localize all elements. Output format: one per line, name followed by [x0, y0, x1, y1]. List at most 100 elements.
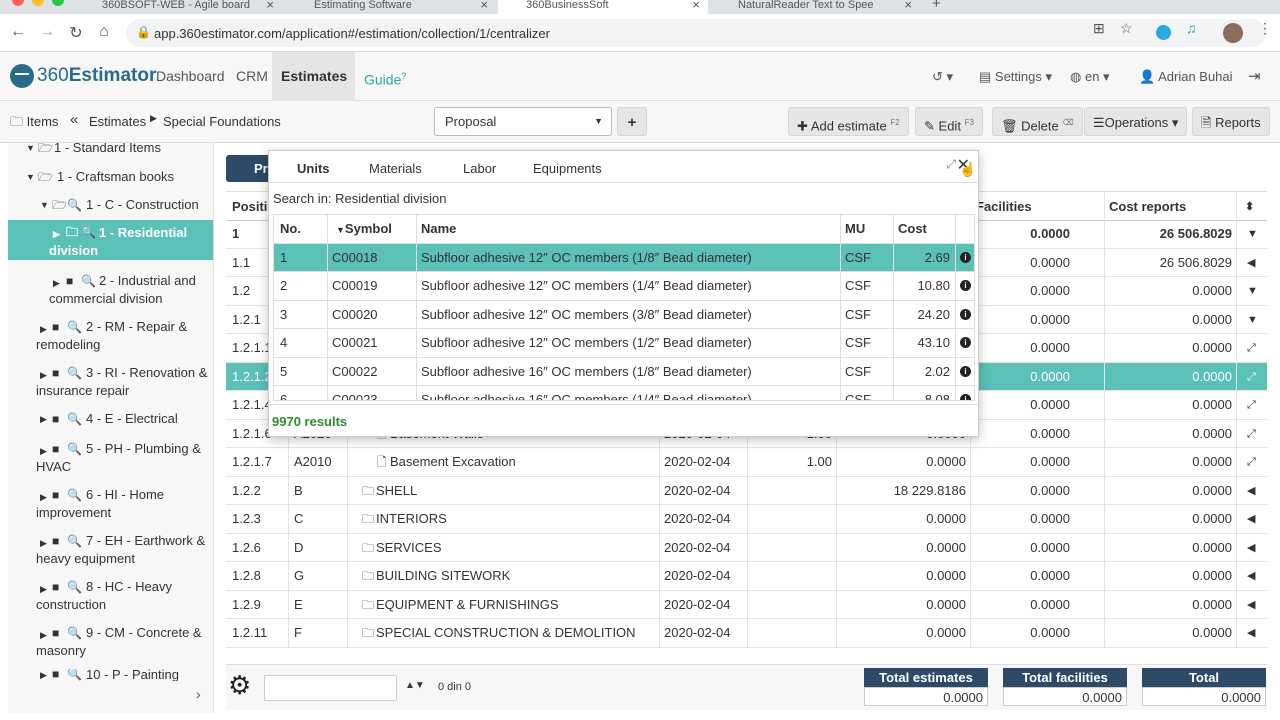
profile-avatar[interactable]	[1223, 23, 1243, 43]
close-icon[interactable]: ×	[266, 0, 274, 12]
tree-node[interactable]: ▶ ■ 🔍 6 - HI - Home improvement	[8, 484, 213, 520]
popup-table-row[interactable]: 5 C00022 Subfloor adhesive 16″ OC members …	[274, 358, 974, 386]
column-header-facilities[interactable]: Facilities	[976, 192, 1032, 222]
window-close-dot[interactable]	[12, 0, 24, 6]
info-icon[interactable]: i	[960, 365, 971, 377]
pager-arrows-icon[interactable]: ▲▼	[405, 680, 425, 691]
breadcrumb-estimates[interactable]: Estimates	[89, 114, 146, 129]
chevron-down-icon[interactable]: ▼	[1247, 220, 1258, 248]
sort-icon[interactable]: ⬍	[1245, 192, 1254, 222]
browser-tab[interactable]: 360BSOFT-WEB - Agile board - ×	[78, 0, 282, 14]
info-icon[interactable]: i	[960, 280, 971, 291]
browser-tab[interactable]: Estimating Software ×	[286, 0, 496, 14]
info-icon[interactable]: i	[960, 394, 971, 400]
popup-table-row[interactable]: 2 C00019 Subfloor adhesive 12″ OC members …	[274, 272, 974, 301]
headphones-icon[interactable]: ♫	[1186, 20, 1197, 36]
tab-units[interactable]: Units	[297, 161, 330, 176]
expand-icon[interactable]: ⤢	[1247, 334, 1256, 362]
close-icon[interactable]: ×	[692, 0, 700, 12]
chevron-left-icon[interactable]: ◀	[1247, 477, 1255, 505]
window-zoom-dot[interactable]	[52, 0, 64, 6]
forward-icon[interactable]: →	[37, 23, 57, 41]
tree-node[interactable]: ▶ ■ 🔍 5 - PH - Plumbing & HVAC	[8, 438, 213, 474]
tree-node[interactable]: ▶ ■ 🔍 7 - EH - Earthwork & heavy equipme…	[8, 530, 213, 566]
chevron-left-icon[interactable]: ◀	[1247, 619, 1255, 647]
chevron-left-icon[interactable]: ◀	[1247, 534, 1255, 562]
window-minimize-dot[interactable]	[32, 0, 44, 6]
expand-icon[interactable]: ⤢	[1247, 391, 1256, 419]
chevron-left-icon[interactable]: ◀	[1247, 505, 1255, 533]
chevron-left-icon[interactable]: ◀	[1247, 562, 1255, 590]
chevron-down-icon[interactable]: ▼	[1247, 306, 1258, 334]
grid-tab[interactable]: Pr	[226, 155, 268, 182]
tree-node[interactable]: ▶ ■ 🔍 10 - P - Painting	[8, 669, 213, 681]
skype-extension-icon[interactable]	[1156, 25, 1171, 40]
nav-crm[interactable]: CRM	[227, 52, 277, 101]
tree-node[interactable]: ▶ ■ 🔍 8 - HC - Heavy construction	[8, 576, 213, 612]
add-proposal-button[interactable]: +	[617, 107, 647, 136]
tree-node[interactable]: ▶ ■ 🔍 3 - RI - Renovation & insurance re…	[8, 362, 213, 398]
logout-icon[interactable]: ⇥	[1248, 52, 1261, 101]
translate-icon[interactable]: ⊞	[1093, 20, 1105, 37]
nav-guide[interactable]: Guide?	[355, 52, 415, 101]
back-icon[interactable]: ←	[8, 23, 28, 41]
expand-icon[interactable]: ⤢	[1247, 420, 1256, 448]
items-toggle[interactable]: 🗀 Items	[10, 113, 58, 135]
home-icon[interactable]: ⌂	[94, 23, 114, 41]
new-tab-icon[interactable]: +	[932, 0, 941, 12]
add-estimate-button[interactable]: ✚ Add estimate F2	[788, 107, 909, 136]
chevron-down-icon[interactable]: ▼	[1247, 277, 1258, 305]
tab-equipments[interactable]: Equipments	[533, 161, 602, 176]
tab-labor[interactable]: Labor	[463, 161, 496, 176]
popup-table-row[interactable]: 6 C00023 Subfloor adhesive 16″ OC members …	[274, 386, 974, 400]
popup-table-row[interactable]: 3 C00020 Subfloor adhesive 12″ OC members …	[274, 301, 974, 329]
gear-icon[interactable]: ⚙	[228, 672, 251, 698]
column-header-cost-reports[interactable]: Cost reports	[1109, 192, 1186, 222]
delete-button[interactable]: 🗑 Delete ⌫	[992, 107, 1083, 136]
column-header-position[interactable]: Positi	[232, 192, 267, 222]
chevron-left-icon[interactable]: ◀	[1247, 249, 1255, 277]
breadcrumb-current[interactable]: Special Foundations	[163, 114, 281, 129]
logo[interactable]: 360Estimator	[10, 64, 156, 88]
bookmark-star-icon[interactable]: ☆	[1120, 20, 1133, 37]
nav-estimates[interactable]: Estimates	[272, 52, 355, 101]
browser-tab[interactable]: NaturalReader Text to Speech ×	[712, 0, 920, 14]
expand-icon[interactable]: ⤢	[1247, 448, 1256, 476]
settings-menu[interactable]: ▤ Settings ▾	[979, 52, 1052, 101]
expand-icon[interactable]: ⤢	[946, 157, 956, 172]
close-icon[interactable]: ×	[904, 0, 912, 12]
reports-button[interactable]: 🗎 Reports	[1192, 107, 1270, 136]
expand-icon[interactable]: ⤢	[1247, 363, 1256, 391]
user-menu[interactable]: 👤 Adrian Buhai	[1139, 52, 1233, 101]
tree-node[interactable]: ▶ ■ 🔍 2 - RM - Repair & remodeling	[8, 316, 213, 352]
tab-materials[interactable]: Materials	[369, 161, 422, 176]
chevron-left-icon[interactable]: ◀	[1247, 591, 1255, 619]
column-header-no[interactable]: No.	[280, 215, 301, 243]
column-header-cost[interactable]: Cost	[898, 215, 927, 243]
language-menu[interactable]: ◍ en ▾	[1070, 52, 1110, 101]
info-icon[interactable]: i	[960, 308, 971, 320]
edit-button[interactable]: ✎ Edit F3	[915, 107, 983, 136]
column-header-name[interactable]: Name	[421, 215, 456, 243]
chevron-right-icon[interactable]: ›	[196, 686, 201, 702]
tree-node-selected[interactable]: ▶ 🗀 🔍 1 - Residential division	[8, 220, 213, 260]
operations-button[interactable]: ☰Operations ▾	[1084, 107, 1188, 136]
info-icon[interactable]: i	[960, 337, 971, 348]
history-icon[interactable]: ↺ ▾	[932, 52, 953, 101]
close-icon[interactable]: ×	[480, 0, 488, 12]
collapse-sidebar-icon[interactable]: «	[70, 111, 78, 128]
page-input[interactable]	[264, 675, 397, 701]
browser-tab-active[interactable]: 360BusinessSoft ×	[498, 0, 708, 14]
tree-node[interactable]: ▼ 🗁 1 - Craftsman books	[8, 168, 213, 186]
column-header-mu[interactable]: MU	[845, 215, 865, 243]
tree-node[interactable]: ▼ 🗁 1 - Standard Items	[8, 143, 213, 153]
tree-node[interactable]: ▼ 🗁 🔍 1 - C - Construction	[8, 196, 213, 214]
info-icon[interactable]: i	[960, 251, 971, 263]
proposal-select[interactable]: Proposal ▼	[434, 107, 612, 136]
nav-dashboard[interactable]: Dashboard	[147, 52, 234, 101]
browser-menu-icon[interactable]: ⋮	[1258, 20, 1272, 37]
reload-icon[interactable]: ↻	[66, 23, 86, 43]
tree-node[interactable]: ▶ ■ 🔍 9 - CM - Concrete & masonry	[8, 622, 213, 658]
column-header-symbol[interactable]: ▼Symbol	[336, 215, 392, 244]
popup-table-row[interactable]: 1 C00018 Subfloor adhesive 12″ OC members …	[274, 243, 974, 272]
